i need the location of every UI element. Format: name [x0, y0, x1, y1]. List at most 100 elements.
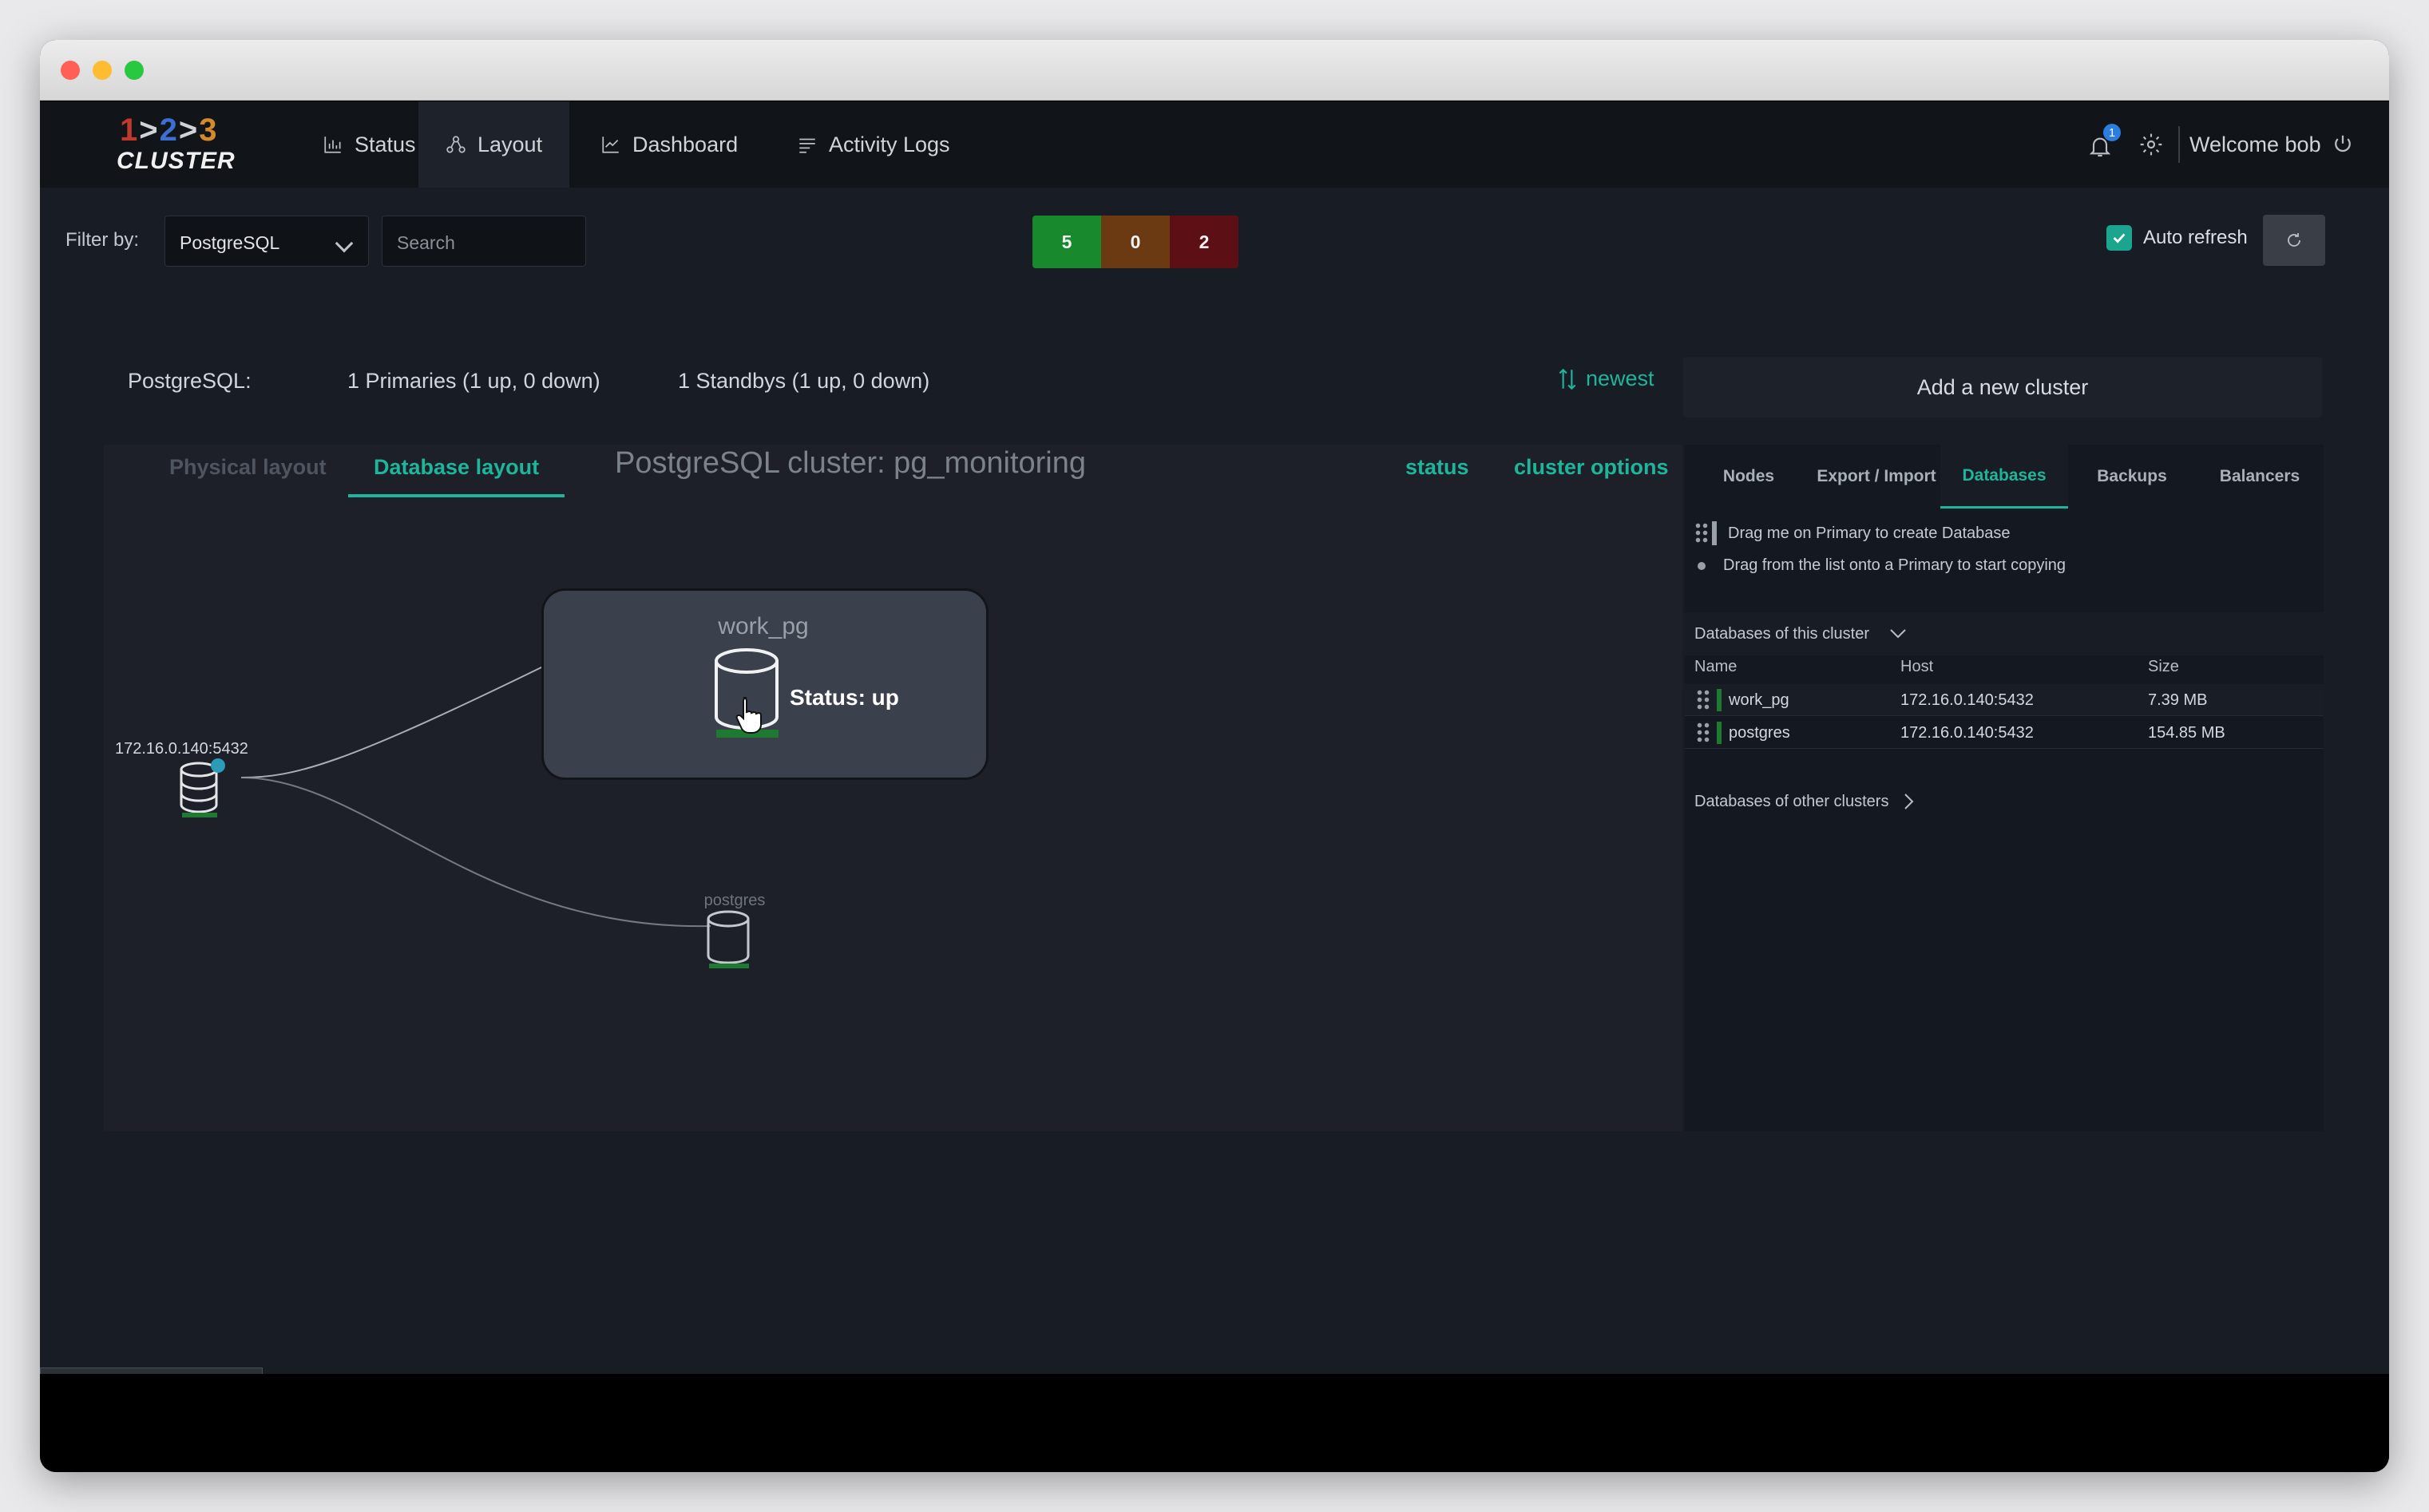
count-down[interactable]: 2	[1170, 216, 1238, 268]
search-input[interactable]: Search	[382, 216, 586, 267]
sort-button[interactable]: newest	[1557, 366, 1654, 391]
drag-create-db-label: Drag me on Primary to create Database	[1728, 524, 2011, 542]
column-name[interactable]: Name	[1694, 658, 1737, 676]
layout-canvas[interactable]: 172.16.0.140:5432 work_pg Status: up pos…	[104, 445, 1682, 1131]
panel-tab-balancers[interactable]: Balancers	[2196, 445, 2324, 509]
other-clusters-header[interactable]: Databases of other clusters	[1685, 780, 2324, 823]
line-chart-icon	[602, 137, 619, 153]
table-row[interactable]: postgres 172.16.0.140:5432 154.85 MB	[1685, 717, 2324, 749]
status-link[interactable]: status	[1405, 455, 1469, 480]
db-card-work-pg[interactable]: work_pg Status: up	[541, 588, 989, 780]
db-card-title: work_pg	[718, 613, 809, 639]
nav-dashboard-label: Dashboard	[632, 132, 739, 156]
power-icon[interactable]	[2331, 133, 2355, 156]
app-logo[interactable]: 1>2>3 CLUSTER	[78, 113, 235, 176]
status-bar	[1717, 722, 1722, 744]
row-size: 7.39 MB	[2148, 691, 2208, 709]
db-node-postgres-label: postgres	[703, 892, 766, 909]
database-icon	[707, 910, 750, 968]
panel-tab-backups[interactable]: Backups	[2068, 445, 2196, 509]
summary-engine: PostgreSQL:	[128, 369, 252, 393]
cluster-options-link[interactable]: cluster options	[1514, 455, 1669, 480]
drag-copy-hint: Drag from the list onto a Primary to sta…	[1694, 556, 2066, 575]
drag-handle-icon	[1694, 522, 1709, 544]
nav-layout[interactable]: Layout	[418, 101, 570, 188]
summary-primaries: 1 Primaries (1 up, 0 down)	[347, 369, 600, 393]
drag-bar	[1712, 521, 1717, 545]
refresh-button[interactable]	[2263, 215, 2325, 266]
filter-select[interactable]: PostgreSQL	[164, 216, 369, 267]
bullet-icon	[1698, 561, 1706, 570]
drag-handle-icon[interactable]	[1696, 722, 1710, 744]
panel-tab-nodes[interactable]: Nodes	[1685, 445, 1813, 509]
connection-lines	[240, 666, 719, 928]
db-card-status: Status: up	[790, 685, 899, 710]
list-icon	[799, 138, 815, 153]
close-window-button[interactable]	[61, 61, 80, 80]
maximize-window-button[interactable]	[125, 61, 144, 80]
drag-copy-hint-label: Drag from the list onto a Primary to sta…	[1723, 556, 2066, 574]
database-stack-icon	[180, 762, 218, 817]
nav-divider	[2178, 126, 2180, 163]
sort-label: newest	[1586, 366, 1654, 390]
window-titlebar	[40, 40, 2389, 101]
table-row[interactable]: work_pg 172.16.0.140:5432 7.39 MB	[1685, 684, 2324, 716]
row-host: 172.16.0.140:5432	[1900, 691, 2034, 709]
host-node-badge	[211, 758, 225, 773]
status-bar	[1717, 689, 1722, 711]
nav-status-label: Status	[355, 132, 416, 156]
row-size: 154.85 MB	[2148, 724, 2225, 742]
top-nav: 1>2>3 CLUSTER Status Layout Dashboard Ac…	[40, 101, 2389, 188]
notifications-button[interactable]: 1	[2086, 124, 2121, 160]
check-icon	[2113, 233, 2126, 243]
column-size[interactable]: Size	[2148, 658, 2179, 676]
host-node-label: 172.16.0.140:5432	[115, 740, 248, 758]
status-counts: 5 0 2	[1032, 216, 1238, 268]
nav-layout-label: Layout	[477, 132, 543, 156]
refresh-icon	[2288, 233, 2300, 247]
db-node-postgres[interactable]: postgres	[695, 892, 775, 972]
side-panel: Nodes Export / Import Databases Backups …	[1685, 445, 2324, 1131]
column-host[interactable]: Host	[1900, 658, 1933, 676]
nav-dashboard[interactable]: Dashboard	[573, 101, 765, 188]
auto-refresh-label: Auto refresh	[2143, 227, 2248, 248]
add-cluster-button[interactable]: Add a new cluster	[1683, 357, 2322, 418]
panel-tab-databases[interactable]: Databases	[1940, 445, 2068, 509]
row-name: work_pg	[1729, 691, 1789, 709]
other-clusters-header-label: Databases of other clusters	[1694, 792, 1889, 810]
drag-create-db[interactable]: Drag me on Primary to create Database	[1694, 521, 2011, 545]
host-node[interactable]	[152, 758, 225, 821]
chevron-down-icon	[1890, 629, 1906, 639]
auto-refresh-checkbox[interactable]	[2106, 225, 2132, 251]
filter-select-value: PostgreSQL	[180, 232, 280, 253]
logo-digits: 1>2>3	[120, 113, 219, 148]
bar-chart-icon	[324, 137, 341, 153]
gear-icon[interactable]	[2138, 132, 2164, 157]
pointer-hand-icon	[735, 697, 762, 734]
row-host: 172.16.0.140:5432	[1900, 724, 2034, 742]
layout-icon	[446, 136, 466, 153]
sort-icon	[1559, 368, 1576, 390]
row-name: postgres	[1729, 724, 1790, 742]
welcome-text: Welcome bob	[2189, 132, 2321, 156]
notification-badge: 1	[2103, 124, 2121, 141]
drag-handle-icon[interactable]	[1696, 689, 1710, 711]
chevron-down-icon	[335, 234, 354, 253]
summary-standbys: 1 Standbys (1 up, 0 down)	[678, 369, 930, 393]
tab-physical-layout[interactable]: Physical layout	[144, 441, 352, 494]
auto-refresh-toggle[interactable]: Auto refresh	[2106, 225, 2248, 251]
window-bottom-area	[40, 1374, 2389, 1472]
browser-window: 1>2>3 CLUSTER Status Layout Dashboard Ac…	[40, 40, 2389, 1472]
minimize-window-button[interactable]	[93, 61, 112, 80]
this-cluster-header[interactable]: Databases of this cluster	[1685, 612, 2324, 655]
filter-label: Filter by:	[65, 229, 140, 251]
panel-tab-export-import[interactable]: Export / Import	[1813, 445, 1940, 509]
app-root: 1>2>3 CLUSTER Status Layout Dashboard Ac…	[40, 101, 2389, 1399]
nav-activity-logs-label: Activity Logs	[829, 132, 950, 156]
cluster-title: PostgreSQL cluster: pg_monitoring	[615, 446, 1087, 480]
tab-database-layout[interactable]: Database layout	[348, 441, 565, 497]
nav-activity-logs[interactable]: Activity Logs	[770, 101, 977, 188]
this-cluster-header-label: Databases of this cluster	[1694, 624, 1869, 643]
count-warning[interactable]: 0	[1101, 216, 1170, 268]
count-up[interactable]: 5	[1032, 216, 1101, 268]
